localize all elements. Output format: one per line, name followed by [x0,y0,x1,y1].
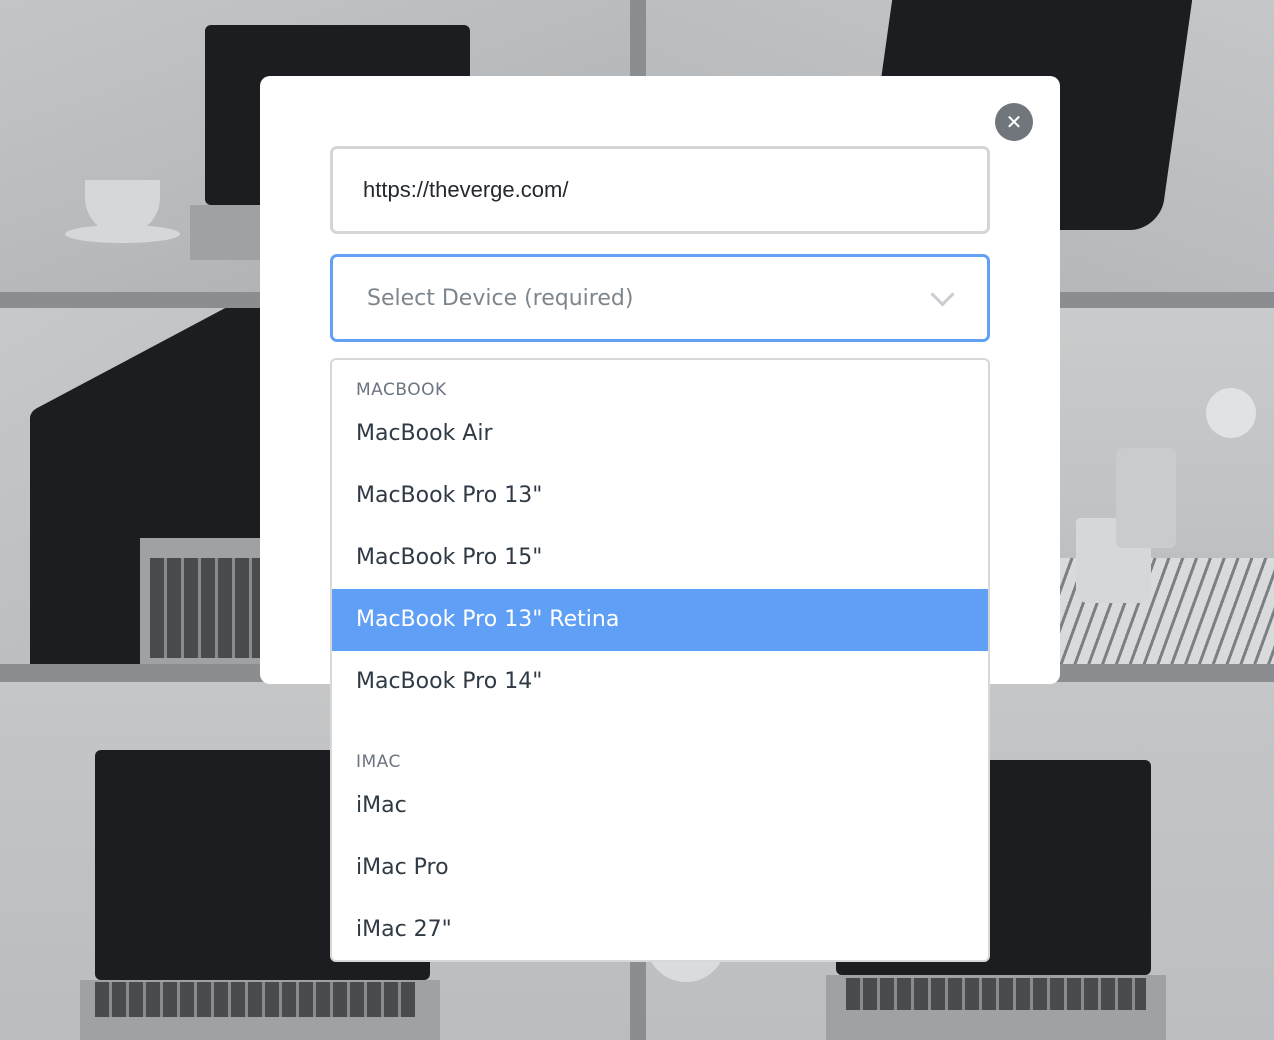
device-dropdown-menu: MACBOOK MacBook Air MacBook Pro 13" MacB… [330,358,990,962]
device-select-placeholder: Select Device (required) [367,285,634,311]
group-divider-space [332,713,988,749]
option-imac[interactable]: iMac [332,775,988,837]
device-select[interactable]: Select Device (required) [330,254,990,342]
group-label-imac: IMAC [356,752,401,772]
option-macbook-air[interactable]: MacBook Air [332,403,988,465]
url-input[interactable]: https://theverge.com/ [330,146,990,234]
option-macbook-pro-15[interactable]: MacBook Pro 15" [332,527,988,589]
option-macbook-pro-13[interactable]: MacBook Pro 13" [332,465,988,527]
option-macbook-pro-13-retina[interactable]: MacBook Pro 13" Retina [332,589,988,651]
close-button[interactable]: ✕ [995,103,1033,141]
option-imac-pro[interactable]: iMac Pro [332,837,988,899]
url-input-value: https://theverge.com/ [363,177,569,202]
option-macbook-pro-14[interactable]: MacBook Pro 14" [332,651,988,713]
option-imac-27[interactable]: iMac 27" [332,899,988,960]
close-icon: ✕ [1005,110,1023,134]
chevron-down-icon [930,281,955,307]
group-label-macbook: MACBOOK [356,380,447,400]
